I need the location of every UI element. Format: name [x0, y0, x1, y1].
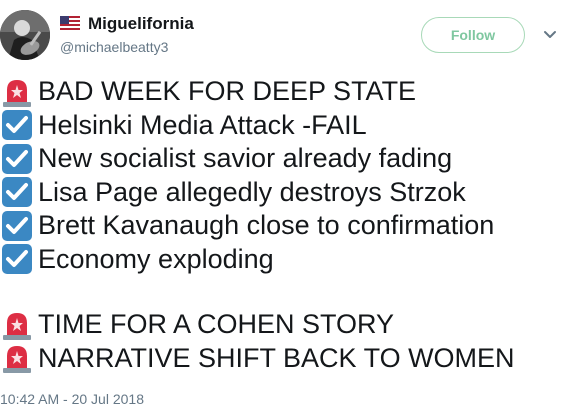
follow-button[interactable]: Follow: [421, 17, 525, 53]
siren-icon: [3, 312, 31, 340]
check-box-icon: [2, 177, 32, 208]
check-box-icon: [2, 210, 32, 241]
tweet-text: BAD WEEK FOR DEEP STATE Helsinki Media A…: [0, 75, 565, 375]
tweet-line-text: NARRATIVE SHIFT BACK TO WOMEN: [38, 342, 515, 373]
tweet-line-text: TIME FOR A COHEN STORY: [38, 309, 395, 339]
tweet-line: TIME FOR A COHEN STORY: [0, 308, 565, 342]
tweet-line: New socialist savior already fading: [0, 142, 565, 176]
tweet-line-text: BAD WEEK FOR DEEP STATE: [38, 76, 417, 106]
tweet-line: Brett Kavanaugh close to confirmation: [0, 209, 565, 243]
tweet-line: BAD WEEK FOR DEEP STATE: [0, 75, 565, 109]
tweet-line: Helsinki Media Attack -FAIL: [0, 109, 565, 143]
tweet-timestamp[interactable]: 10:42 AM - 20 Jul 2018: [0, 390, 144, 408]
tweet-line-text: Lisa Page allegedly destroys Strzok: [38, 176, 466, 207]
siren-icon: [3, 346, 31, 374]
check-box-icon: [2, 143, 32, 174]
tweet-line-text: Economy exploding: [38, 243, 274, 274]
tweet-header: Miguelifornia @michaelbeatty3 Follow: [0, 0, 565, 70]
us-flag-icon: [60, 16, 80, 30]
line-break: [0, 276, 565, 308]
display-name[interactable]: Miguelifornia: [88, 14, 194, 34]
tweet-line-text: New socialist savior already fading: [38, 143, 453, 173]
user-handle[interactable]: @michaelbeatty3: [60, 38, 168, 56]
chevron-down-icon[interactable]: [543, 30, 557, 40]
tweet-line: NARRATIVE SHIFT BACK TO WOMEN: [0, 342, 565, 376]
siren-icon: [3, 79, 31, 107]
check-box-icon: [2, 244, 32, 275]
avatar[interactable]: [0, 10, 50, 60]
check-box-icon: [2, 110, 32, 141]
tweet-line-text: Brett Kavanaugh close to confirmation: [38, 210, 495, 240]
tweet-line: Lisa Page allegedly destroys Strzok: [0, 176, 565, 210]
tweet-line: Economy exploding: [0, 243, 565, 277]
tweet-line-text: Helsinki Media Attack -FAIL: [38, 109, 367, 140]
